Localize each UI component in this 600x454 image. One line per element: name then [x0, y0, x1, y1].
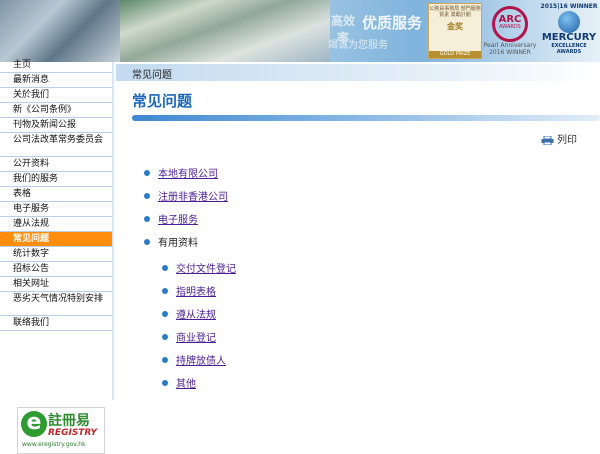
bullet-icon [162, 311, 168, 317]
breadcrumb-bar [116, 64, 600, 81]
sidebar-item[interactable]: 电子服务 [0, 202, 112, 217]
faq-link[interactable]: 本地有限公司 [158, 169, 218, 180]
sidebar-item[interactable]: 遵从法规 [0, 217, 112, 232]
faq-link[interactable]: 注册非香港公司 [158, 192, 228, 203]
sidebar-nav: 主页 最新消息 关於我们 新《公司条例》 刊物及新闻公报 公司法改革常务委员会 公开资料 我们… [0, 60, 112, 454]
faq-link-item: 电子服务 [144, 211, 198, 226]
nav-list: 主页 最新消息 关於我们 新《公司条例》 刊物及新闻公报 公司法改革常务委员会 公开资料 我们… [0, 58, 112, 331]
sidebar-item[interactable]: 常见问题 [0, 232, 112, 247]
faq-link[interactable]: 商业登记 [176, 333, 216, 344]
printer-icon [541, 135, 554, 145]
sidebar-item[interactable]: 表格 [0, 187, 112, 202]
mercury-name: MERCURY [541, 32, 597, 43]
sidebar-item[interactable]: 相关网址 [0, 277, 112, 292]
faq-label: 有用资料 [158, 238, 198, 249]
sidebar-item[interactable]: 恶劣天气情况特别安排 [0, 292, 112, 316]
sidebar-item[interactable]: 我们的服务 [0, 172, 112, 187]
faq-link-item: 其他 [162, 375, 196, 390]
breadcrumb: 常见问题 [132, 70, 172, 81]
sidebar-divider [112, 62, 115, 400]
header-banner: 高效率 优质服务 竭诚为您服务 公務員事務局 部門服務質素 獎勵計劃 金奖 GO… [0, 0, 600, 62]
faq-link-item: 持牌放债人 [162, 352, 226, 367]
mercury-awards-logo: 2015|16 WINNER MERCURY EXCELLENCE AWARDS [539, 3, 599, 57]
bullet-icon [144, 193, 150, 199]
sidebar-item[interactable]: 主页 [0, 58, 112, 73]
sidebar-item[interactable]: 最新消息 [0, 73, 112, 88]
sidebar-item[interactable]: 刊物及新闻公报 [0, 118, 112, 133]
arc-ring-icon: ARC AWARDS [492, 6, 528, 42]
sidebar-item[interactable]: 关於我们 [0, 88, 112, 103]
faq-link-item: 指明表格 [162, 283, 216, 298]
faq-link[interactable]: 交付文件登记 [176, 264, 236, 275]
faq-link[interactable]: 其他 [176, 379, 196, 390]
faq-heading-item: 有用资料 [144, 234, 198, 249]
page-title: 常见问题 [132, 92, 193, 110]
faq-link-item: 本地有限公司 [144, 165, 218, 180]
arc-line2: 2016 WINNER [489, 49, 531, 56]
faq-link-item: 注册非香港公司 [144, 188, 228, 203]
bullet-icon [162, 357, 168, 363]
sidebar-item[interactable]: 联络我们 [0, 316, 112, 331]
award-gold-top: 公務員事務局 部門服務質素 獎勵計劃 [429, 6, 481, 18]
faq-link-item: 遵从法规 [162, 306, 216, 321]
banner-photo [0, 0, 120, 62]
sidebar-item[interactable]: 统计数字 [0, 247, 112, 262]
faq-link[interactable]: 指明表格 [176, 287, 216, 298]
award-gold-bottom: GOLD PRIZE [429, 51, 481, 58]
bullet-icon [144, 239, 150, 245]
globe-icon [558, 11, 580, 33]
gold-prize-award-logo: 公務員事務局 部門服務質素 獎勵計劃 金奖 GOLD PRIZE [428, 3, 482, 59]
sidebar-item[interactable]: 招标公告 [0, 262, 112, 277]
sidebar-item[interactable]: 新《公司条例》 [0, 103, 112, 118]
title-divider [132, 115, 600, 121]
sidebar-item[interactable]: 公司法改革常务委员会 [0, 133, 112, 157]
banner-slogan: 高效率 优质服务 竭诚为您服务 [328, 12, 424, 52]
slogan-line2: 优质服务 [362, 14, 423, 32]
bullet-icon [162, 334, 168, 340]
mercury-line1: 2015|16 WINNER [540, 3, 598, 10]
sidebar-item[interactable]: 公开资料 [0, 157, 112, 172]
print-button[interactable]: 列印 [541, 131, 577, 146]
bullet-icon [144, 216, 150, 222]
faq-link[interactable]: 电子服务 [158, 215, 198, 226]
faq-link[interactable]: 持牌放债人 [176, 356, 226, 367]
mercury-line2: EXCELLENCE AWARDS [551, 43, 587, 55]
bullet-icon [144, 170, 150, 176]
eregistry-cn: 註冊易 [48, 413, 90, 429]
faq-link-item: 商业登记 [162, 329, 216, 344]
bullet-icon [162, 380, 168, 386]
eregistry-en: REGISTRY [48, 428, 98, 438]
award-gold-medal: 金奖 [447, 22, 463, 31]
banner-photo-office [120, 0, 330, 62]
arc-sub: AWARDS [499, 24, 521, 30]
faq-link[interactable]: 遵从法规 [176, 310, 216, 321]
slogan-line3: 竭诚为您服务 [328, 40, 388, 51]
eregistry-url: www.eregistry.gov.hk [22, 441, 86, 448]
eregistry-banner-link[interactable]: e 註冊易 REGISTRY www.eregistry.gov.hk [17, 407, 105, 454]
bullet-icon [162, 265, 168, 271]
arc-line1: Pearl Anniversary [483, 42, 537, 49]
print-label: 列印 [557, 135, 577, 146]
bullet-icon [162, 288, 168, 294]
faq-link-item: 交付文件登记 [162, 260, 236, 275]
eregistry-e-icon: e [21, 411, 47, 437]
arc-awards-logo: ARC AWARDS Pearl Anniversary 2016 WINNER [482, 3, 538, 57]
